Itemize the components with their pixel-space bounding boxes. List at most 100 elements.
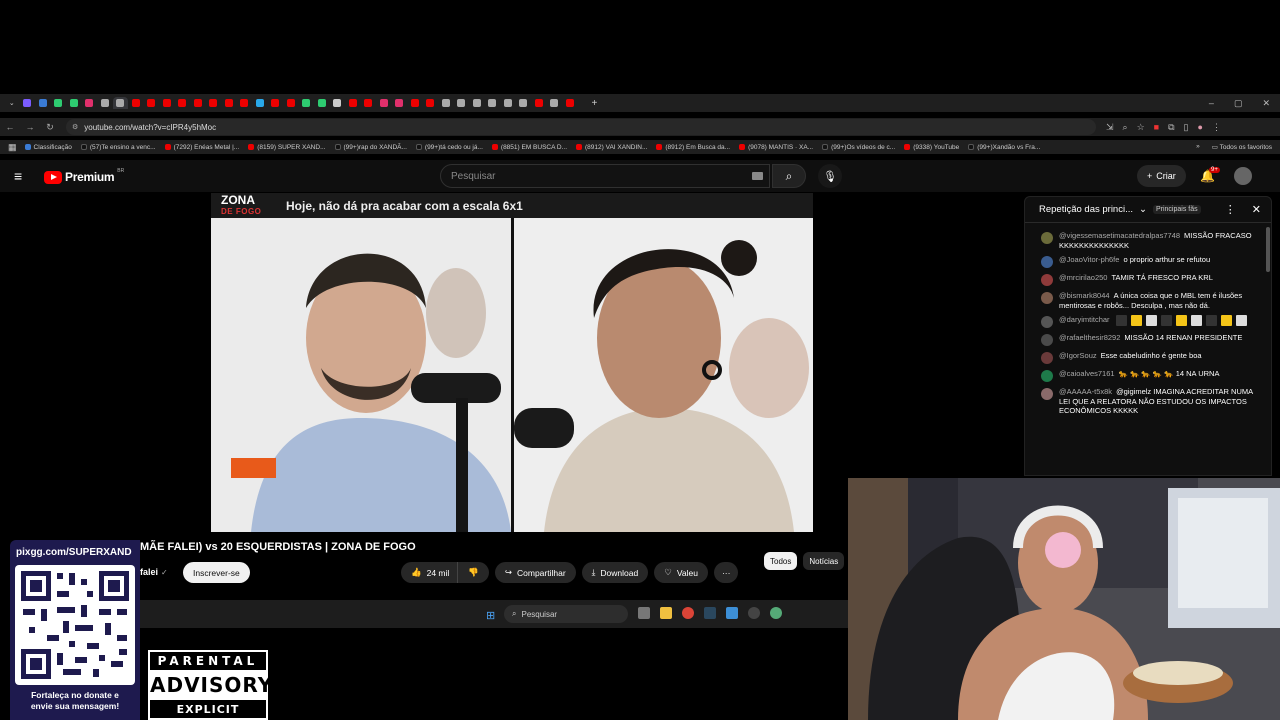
chrome-menu-icon[interactable]: ⋮ xyxy=(1212,122,1221,133)
task-view-icon[interactable] xyxy=(638,607,650,619)
profile-icon[interactable]: ● xyxy=(1198,122,1203,133)
chat-author[interactable]: @JoaoVitor-ph6fe xyxy=(1059,255,1119,264)
forward-icon[interactable]: → xyxy=(20,122,40,132)
extension-icon[interactable]: ■ xyxy=(1154,122,1159,133)
chrome-icon[interactable] xyxy=(682,607,694,619)
bookmark-item[interactable]: (57)Te ensino a venc... xyxy=(80,144,156,151)
app-icon[interactable] xyxy=(726,607,738,619)
chat-author[interactable]: @AAAAA-t5x8k xyxy=(1059,387,1112,396)
apps-grid-icon[interactable]: ▦ xyxy=(8,142,17,153)
browser-tab[interactable] xyxy=(361,97,377,109)
youtube-logo[interactable]: Premium BR xyxy=(44,168,124,184)
windows-start-icon[interactable]: ⊞ xyxy=(486,609,495,622)
chevron-down-icon[interactable]: ⌄ xyxy=(1139,204,1147,215)
taskbar-search[interactable]: ⌕ Pesquisar xyxy=(504,605,628,623)
bookmark-item[interactable]: (9078) MANTIS · XA... xyxy=(739,144,813,151)
obs-icon[interactable] xyxy=(748,607,760,619)
browser-tab[interactable] xyxy=(175,97,191,109)
browser-tab[interactable] xyxy=(423,97,439,109)
chat-kebab-icon[interactable]: ⋮ xyxy=(1225,203,1236,216)
reload-icon[interactable]: ↻ xyxy=(40,122,60,133)
bookmark-item[interactable]: (7292) Enéas Metal |... xyxy=(164,144,239,151)
bookmarks-overflow-button[interactable]: » xyxy=(1196,143,1200,151)
hamburger-menu-icon[interactable]: ≡ xyxy=(14,169,22,183)
steam-icon[interactable] xyxy=(704,607,716,619)
more-actions-button[interactable]: ··· xyxy=(713,562,739,583)
zoom-icon[interactable]: ⌕ xyxy=(1123,122,1128,133)
chat-message[interactable]: @JoaoVitor-ph6fe o proprio arthur se refu… xyxy=(1041,255,1263,268)
chat-author[interactable]: @vigessemasetimacatedralpas7748 xyxy=(1059,231,1180,240)
channel-name[interactable]: falei xyxy=(140,567,158,577)
browser-tab[interactable] xyxy=(485,97,501,109)
chat-author[interactable]: @caioalves7161 xyxy=(1059,369,1115,378)
bookmark-item[interactable]: (9338) YouTube xyxy=(904,144,959,151)
browser-tab[interactable] xyxy=(392,97,408,109)
search-input[interactable]: Pesquisar xyxy=(440,164,770,188)
browser-tab[interactable] xyxy=(237,97,253,109)
keyboard-icon[interactable] xyxy=(752,172,763,180)
browser-tab[interactable] xyxy=(469,97,485,109)
browser-tab[interactable] xyxy=(531,97,547,109)
bookmark-item[interactable]: (99+)tá cedo ou já... xyxy=(415,144,483,151)
split-icon[interactable]: ▯ xyxy=(1184,122,1189,133)
bookmark-item[interactable]: (99+)Os vídeos de c... xyxy=(822,144,895,151)
chat-message[interactable]: @daryimtitchar xyxy=(1041,315,1263,328)
download-button[interactable]: ⤓ Download xyxy=(581,562,649,583)
chat-message[interactable]: @AAAAA-t5x8k @gigimelz IMAGINA ACREDITAR … xyxy=(1041,387,1263,416)
bookmark-item[interactable]: (99+)Xandão vs Fra... xyxy=(968,144,1040,151)
browser-tab[interactable] xyxy=(66,97,82,109)
chat-message[interactable]: @vigessemasetimacatedralpas7748 MISSÃO FR… xyxy=(1041,231,1263,250)
browser-tab[interactable] xyxy=(345,97,361,109)
browser-tab[interactable] xyxy=(376,97,392,109)
top-fans-filter[interactable]: Principais fãs xyxy=(1152,205,1201,214)
chat-close-icon[interactable]: ✕ xyxy=(1252,203,1261,216)
chat-scrollbar[interactable] xyxy=(1266,227,1270,272)
browser-tab[interactable] xyxy=(330,97,346,109)
chat-message[interactable]: @bismark8044 A única coisa que o MBL tem … xyxy=(1041,291,1263,310)
browser-tab[interactable] xyxy=(51,97,67,109)
chat-author[interactable]: @mrcirilao250 xyxy=(1059,273,1107,282)
subscribe-button[interactable]: Inscrever-se xyxy=(183,562,250,583)
maximize-button[interactable]: ▢ xyxy=(1234,98,1243,109)
minimize-button[interactable]: – xyxy=(1209,98,1214,108)
browser-tab[interactable] xyxy=(547,97,563,109)
avatar[interactable] xyxy=(1234,167,1252,185)
chat-author[interactable]: @IgorSouz xyxy=(1059,351,1097,360)
new-tab-button[interactable]: + xyxy=(592,98,598,109)
browser-tab[interactable] xyxy=(516,97,532,109)
all-favorites-button[interactable]: ▭ Todos os favoritos xyxy=(1212,143,1272,151)
browser-tab[interactable] xyxy=(407,97,423,109)
browser-tab[interactable] xyxy=(190,97,206,109)
chip-noticias[interactable]: Notícias xyxy=(803,552,845,570)
video-player[interactable]: ZONA DE FOGO Hoje, não dá pra acabar com… xyxy=(211,193,813,532)
site-info-icon[interactable]: ⚙ xyxy=(72,123,78,131)
browser-tab[interactable] xyxy=(500,97,516,109)
chat-message[interactable]: @IgorSouz Esse cabeludinho é gente boa xyxy=(1041,351,1263,364)
browser-tab[interactable] xyxy=(314,97,330,109)
browser-tab[interactable] xyxy=(221,97,237,109)
browser-tab[interactable] xyxy=(268,97,284,109)
thanks-button[interactable]: ♡ Valeu xyxy=(654,562,708,583)
bookmark-item[interactable]: (8912) Em Busca da... xyxy=(656,144,730,151)
browser-tab[interactable] xyxy=(82,97,98,109)
tab-search-icon[interactable]: ⌄ xyxy=(4,97,20,109)
bookmark-item[interactable]: (8912) VAI XANDIN... xyxy=(576,144,647,151)
browser-tab[interactable] xyxy=(128,97,144,109)
back-icon[interactable]: ← xyxy=(0,122,20,132)
bookmark-item[interactable]: (99+)rap do XANDÃ... xyxy=(334,144,407,151)
browser-tab[interactable] xyxy=(97,97,113,109)
browser-tab[interactable] xyxy=(144,97,160,109)
browser-tab[interactable] xyxy=(35,97,51,109)
browser-tab[interactable] xyxy=(252,97,268,109)
chat-message[interactable]: @caioalves7161 🐆 🐆 🐆 🐆 🐆 14 NA URNA xyxy=(1041,369,1263,382)
chat-author[interactable]: @daryimtitchar xyxy=(1059,315,1110,324)
browser-tab[interactable] xyxy=(562,97,578,109)
install-icon[interactable]: ⇲ xyxy=(1106,122,1114,133)
browser-tab[interactable] xyxy=(206,97,222,109)
bookmark-item[interactable]: (8159) SUPER XAND... xyxy=(248,144,326,151)
browser-tab[interactable] xyxy=(454,97,470,109)
close-window-button[interactable]: ✕ xyxy=(1262,98,1270,109)
search-button[interactable]: ⌕ xyxy=(772,164,806,188)
puzzle-icon[interactable]: ⧉ xyxy=(1168,122,1174,133)
share-button[interactable]: ↪ Compartilhar xyxy=(494,562,576,583)
